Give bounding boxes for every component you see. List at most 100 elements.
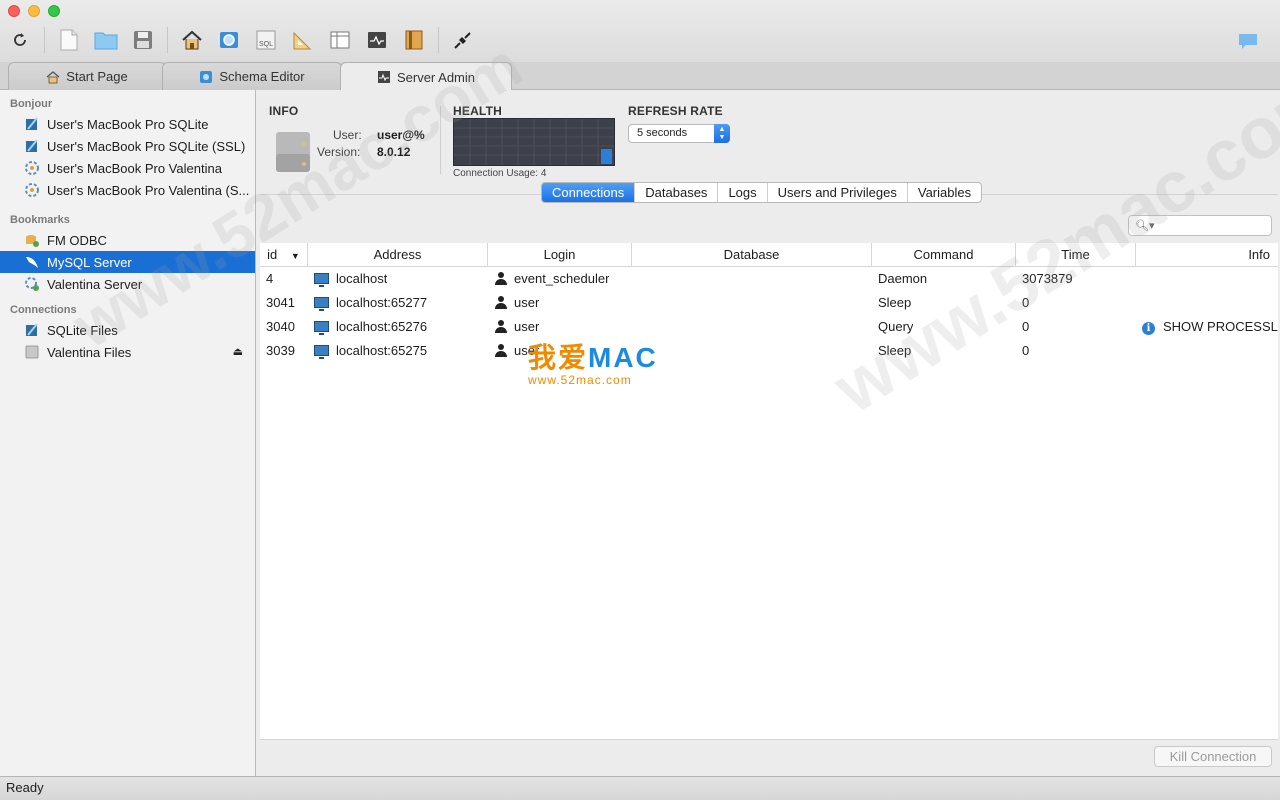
stepper-arrows-icon: ▲ ▼ bbox=[714, 124, 730, 143]
sidebar-item-label: SQLite Files bbox=[47, 322, 118, 338]
cell-command: Query bbox=[878, 319, 914, 334]
save-button[interactable] bbox=[129, 26, 157, 54]
close-window-button[interactable] bbox=[8, 5, 20, 17]
kill-connection-button[interactable]: Kill Connection bbox=[1154, 746, 1272, 767]
info-icon[interactable]: i bbox=[1142, 322, 1155, 335]
sidebar-item-sqlite-ssl[interactable]: User's MacBook Pro SQLite (SSL) bbox=[0, 135, 255, 157]
eject-icon[interactable]: ⏏ bbox=[233, 345, 243, 358]
cell-address: localhost:65276 bbox=[314, 315, 427, 339]
search-field[interactable]: 🔍︎▾ bbox=[1128, 215, 1272, 236]
sqlite-icon bbox=[24, 116, 40, 132]
cell-id: 4 bbox=[266, 271, 274, 286]
sidebar-item-label: MySQL Server bbox=[47, 254, 132, 270]
user-icon bbox=[495, 272, 507, 285]
sql-icon: SQL bbox=[256, 30, 276, 50]
connection-usage-label: Connection Usage: 4 bbox=[453, 168, 547, 179]
cell-command: Sleep bbox=[878, 295, 912, 310]
tab-label: Server Admin bbox=[396, 69, 476, 85]
sidebar-item-valentina[interactable]: User's MacBook Pro Valentina bbox=[0, 157, 255, 179]
tab-server-admin[interactable]: Server Admin bbox=[340, 62, 512, 91]
column-header-login[interactable]: Login bbox=[488, 243, 632, 267]
server-admin-panel: INFO User: user@% Version: 8.0.12 HEALTH… bbox=[257, 90, 1280, 776]
sidebar-header-bonjour: Bonjour bbox=[10, 98, 53, 110]
plug-icon bbox=[454, 32, 471, 49]
connect-button[interactable] bbox=[449, 26, 477, 54]
sidebar-item-label: Valentina Server bbox=[47, 276, 143, 292]
new-document-button[interactable] bbox=[55, 26, 83, 54]
table-row[interactable]: 4 localhost event_scheduler Daemon 30738… bbox=[260, 267, 1278, 291]
cell-command: Daemon bbox=[878, 271, 928, 286]
table-row[interactable]: 3039 localhost:65275 user Sleep 0 bbox=[260, 339, 1278, 363]
sidebar-item-valentina-server[interactable]: Valentina Server bbox=[0, 273, 255, 295]
health-heading: HEALTH bbox=[453, 104, 502, 118]
toolbar-separator bbox=[167, 27, 168, 53]
sidebar-item-fm-odbc[interactable]: FM ODBC bbox=[0, 229, 255, 251]
sidebar-item-sqlite-files[interactable]: SQLite Files bbox=[0, 319, 255, 341]
segment-databases[interactable]: Databases bbox=[635, 183, 719, 202]
segment-users-and-privileges[interactable]: Users and Privileges bbox=[768, 183, 908, 202]
divider bbox=[440, 106, 441, 174]
cell-id: 3041 bbox=[266, 295, 295, 310]
schema-editor-button[interactable] bbox=[215, 26, 243, 54]
mysql-icon bbox=[24, 254, 40, 270]
user-label: User: bbox=[333, 128, 362, 142]
column-header-database[interactable]: Database bbox=[632, 243, 872, 267]
drive-icon bbox=[24, 344, 40, 360]
report-button[interactable] bbox=[400, 26, 428, 54]
chat-icon[interactable] bbox=[1238, 33, 1258, 51]
cell-time: 0 bbox=[1022, 295, 1030, 310]
tab-start-page[interactable]: Start Page bbox=[8, 62, 166, 90]
version-value: 8.0.12 bbox=[377, 145, 411, 159]
sidebar-item-label: Valentina Files bbox=[47, 344, 132, 360]
search-icon: 🔍︎▾ bbox=[1135, 220, 1155, 232]
folder-icon bbox=[94, 32, 118, 50]
cell-info bbox=[1142, 267, 1278, 291]
minimize-window-button[interactable] bbox=[28, 5, 40, 17]
home-button[interactable] bbox=[178, 26, 206, 54]
cell-id: 3039 bbox=[266, 343, 295, 358]
ruler-icon bbox=[293, 31, 312, 50]
monitor-icon bbox=[314, 321, 329, 335]
segment-connections[interactable]: Connections bbox=[542, 183, 636, 202]
table-row[interactable]: 3040 localhost:65276 user Query 0 i SHOW … bbox=[260, 315, 1278, 339]
activity-icon bbox=[377, 71, 390, 83]
cell-login: user bbox=[494, 291, 539, 315]
health-graph bbox=[453, 118, 615, 166]
sidebar-item-valentina-files[interactable]: Valentina Files ⏏ bbox=[0, 341, 255, 363]
segment-variables[interactable]: Variables bbox=[908, 183, 981, 202]
segment-logs[interactable]: Logs bbox=[718, 183, 768, 202]
document-tabs: Start Page Schema Editor Server Admin bbox=[0, 62, 1280, 91]
admin-segmented-control: Connections Databases Logs Users and Pri… bbox=[541, 182, 983, 203]
refresh-icon bbox=[14, 33, 26, 46]
refresh-rate-value: 5 seconds bbox=[637, 127, 688, 139]
column-header-command[interactable]: Command bbox=[872, 243, 1016, 267]
activity-icon bbox=[368, 32, 386, 48]
sidebar-item-label: FM ODBC bbox=[47, 232, 107, 248]
tab-schema-editor[interactable]: Schema Editor bbox=[162, 62, 342, 90]
cell-time: 0 bbox=[1022, 343, 1030, 358]
sql-editor-button[interactable]: SQL bbox=[252, 26, 280, 54]
cell-address: localhost:65277 bbox=[314, 291, 427, 315]
table-row[interactable]: 3041 localhost:65277 user Sleep 0 bbox=[260, 291, 1278, 315]
sidebar-item-valentina-ssl[interactable]: User's MacBook Pro Valentina (S... bbox=[0, 179, 255, 201]
column-header-info[interactable]: Info bbox=[1136, 243, 1278, 267]
zoom-window-button[interactable] bbox=[48, 5, 60, 17]
refresh-rate-select[interactable]: 5 seconds ▲ ▼ bbox=[628, 124, 730, 143]
table-footer: Kill Connection bbox=[260, 739, 1278, 775]
column-header-id[interactable]: id ▼ bbox=[260, 243, 308, 267]
refresh-button[interactable] bbox=[6, 26, 34, 54]
save-icon bbox=[134, 31, 152, 49]
column-header-time[interactable]: Time bbox=[1016, 243, 1136, 267]
sidebar-item-label: User's MacBook Pro Valentina bbox=[47, 160, 222, 176]
cell-id: 3040 bbox=[266, 319, 295, 334]
server-admin-button[interactable] bbox=[363, 26, 391, 54]
info-heading: INFO bbox=[269, 104, 299, 118]
open-folder-button[interactable] bbox=[92, 26, 120, 54]
column-header-address[interactable]: Address bbox=[308, 243, 488, 267]
data-editor-button[interactable] bbox=[326, 26, 354, 54]
sidebar-item-mysql-server[interactable]: MySQL Server bbox=[0, 251, 255, 273]
diagram-button[interactable] bbox=[289, 26, 317, 54]
monitor-icon bbox=[314, 297, 329, 311]
sidebar-item-sqlite[interactable]: User's MacBook Pro SQLite bbox=[0, 113, 255, 135]
schema-icon bbox=[220, 32, 238, 48]
